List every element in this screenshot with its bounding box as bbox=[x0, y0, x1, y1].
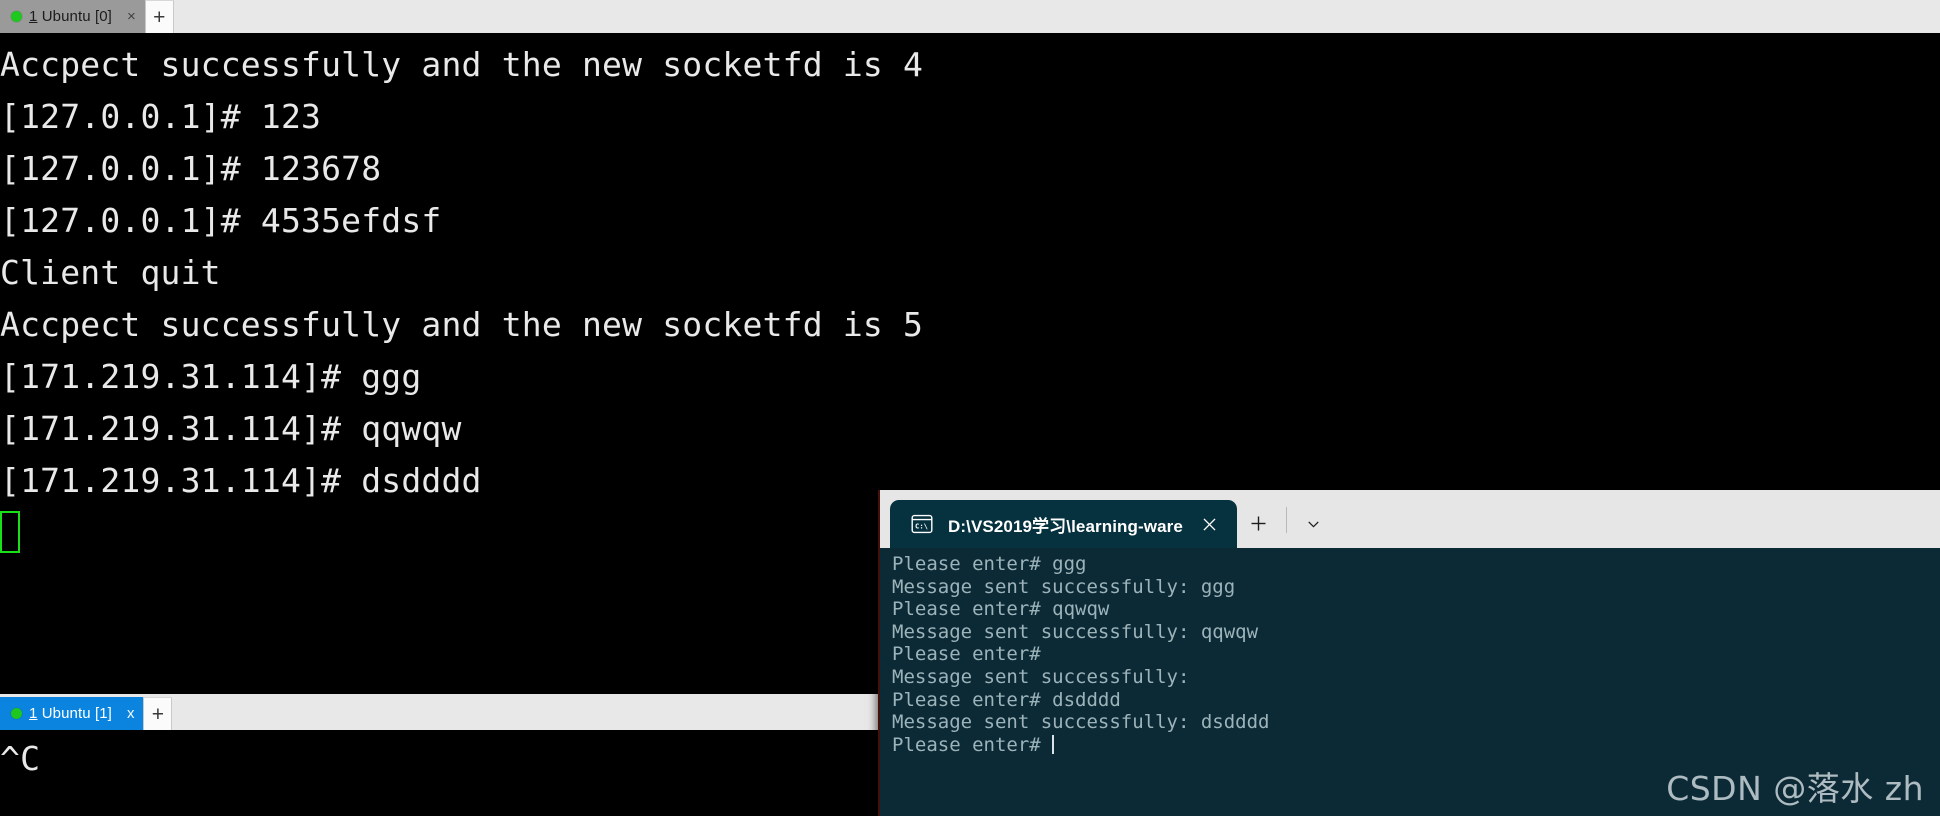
windows-terminal-tab-controls bbox=[1237, 496, 1336, 548]
windows-terminal-tabstrip: C:\ D:\VS2019学习\learning-ware bbox=[880, 490, 1940, 548]
wt-output-line: Message sent successfully: dsdddd bbox=[892, 711, 1270, 734]
wt-tab-learning-ware[interactable]: C:\ D:\VS2019学习\learning-ware bbox=[890, 500, 1237, 548]
terminal-tabstrip-top: 1 Ubuntu [0] × + bbox=[0, 0, 1940, 36]
close-icon[interactable] bbox=[1197, 511, 1223, 537]
wt-output-line: Please enter# ggg bbox=[892, 553, 1087, 575]
wt-output-line: Please enter# dsdddd bbox=[892, 688, 1121, 711]
terminal-line: [127.0.0.1]# 123 bbox=[0, 97, 322, 136]
csdn-watermark: CSDN @落水 zh bbox=[1666, 769, 1924, 808]
tab-ubuntu-1-name: Ubuntu [1] bbox=[37, 705, 112, 722]
connection-status-dot bbox=[11, 11, 22, 22]
terminal-line: ^C bbox=[0, 739, 41, 778]
tab-ubuntu-0-name: Ubuntu [0] bbox=[37, 8, 112, 25]
tab-ubuntu-1-label: 1 Ubuntu [1] bbox=[29, 705, 112, 722]
new-tab-button[interactable]: + bbox=[144, 0, 174, 33]
terminal-line: [171.219.31.114]# ggg bbox=[0, 357, 422, 396]
terminal-line: [171.219.31.114]# qqwqw bbox=[0, 409, 462, 448]
toolbar-divider bbox=[1285, 507, 1287, 533]
wt-output-line: Message sent successfully: bbox=[892, 665, 1190, 688]
terminal-line: Accpect successfully and the new socketf… bbox=[0, 305, 924, 344]
close-icon[interactable]: x bbox=[127, 706, 135, 721]
wt-output-line: Message sent successfully: qqwqw bbox=[892, 620, 1259, 643]
wt-tab-title: D:\VS2019学习\learning-ware bbox=[948, 516, 1183, 536]
tab-ubuntu-1[interactable]: 1 Ubuntu [1] x bbox=[0, 697, 144, 730]
tab-ubuntu-0[interactable]: 1 Ubuntu [0] × bbox=[0, 0, 145, 33]
wt-output-line: Please enter# qqwqw bbox=[892, 598, 1110, 621]
close-icon[interactable]: × bbox=[127, 9, 136, 24]
wt-text-caret bbox=[1052, 734, 1055, 754]
tab-ubuntu-0-label: 1 Ubuntu [0] bbox=[29, 8, 112, 25]
new-tab-button[interactable]: + bbox=[143, 697, 173, 730]
terminal-cursor bbox=[0, 510, 20, 553]
wt-output-line: Message sent successfully: ggg bbox=[892, 575, 1236, 598]
wt-output-line: Please enter# bbox=[892, 643, 1041, 666]
connection-status-dot bbox=[11, 708, 22, 719]
terminal-tabstrip-bottom: 1 Ubuntu [1] x + bbox=[0, 694, 878, 730]
terminal-line: Client quit bbox=[0, 253, 221, 292]
wt-prompt-line: Please enter# bbox=[892, 733, 1055, 756]
svg-text:C:\: C:\ bbox=[915, 522, 928, 531]
terminal-output-session-1[interactable]: ^C bbox=[0, 733, 878, 816]
terminal-line: [127.0.0.1]# 123678 bbox=[0, 149, 382, 188]
wt-new-tab-button[interactable] bbox=[1237, 502, 1281, 544]
cmd-console-icon: C:\ bbox=[910, 512, 934, 536]
chevron-down-icon[interactable] bbox=[1292, 502, 1336, 544]
terminal-line: [127.0.0.1]# 4535efdsf bbox=[0, 201, 442, 240]
terminal-line: Accpect successfully and the new socketf… bbox=[0, 45, 924, 84]
